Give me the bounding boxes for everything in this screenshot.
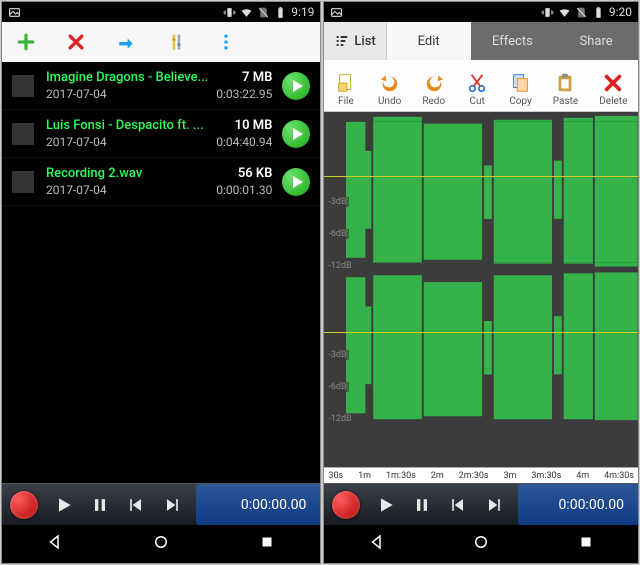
transport-bar: 0:00:00.00 — [2, 483, 320, 525]
paste-tool[interactable]: Paste — [553, 72, 578, 107]
delete-tool[interactable]: Delete — [599, 72, 627, 107]
file-title: Imagine Dragons - Believe... — [46, 70, 208, 85]
prev-button[interactable] — [122, 495, 150, 515]
undo-tool[interactable]: Undo — [378, 72, 401, 107]
db-label: -6dB — [326, 382, 348, 392]
file-title: Luis Fonsi - Despacito ft. ... — [46, 118, 208, 133]
edit-toolbar: File Undo Redo Cut Copy Paste Delete — [324, 60, 638, 112]
cut-tool[interactable]: Cut — [466, 72, 488, 107]
list-button[interactable]: List — [324, 22, 386, 60]
waveform-icon — [346, 112, 638, 423]
db-label: -3dB — [326, 350, 348, 360]
next-button[interactable] — [158, 495, 186, 515]
file-date: 2017-07-04 — [46, 135, 208, 149]
top-tabs: List Edit Effects Share — [324, 22, 638, 60]
battery-icon — [274, 6, 287, 19]
file-size: 10 MB — [212, 118, 272, 133]
list-item[interactable]: Imagine Dragons - Believe... 2017-07-04 … — [2, 62, 320, 110]
copy-tool[interactable]: Copy — [509, 72, 532, 107]
battery-icon — [592, 6, 605, 19]
add-icon[interactable] — [16, 32, 36, 52]
wifi-icon — [240, 6, 253, 19]
play-button[interactable] — [50, 495, 78, 515]
file-duration: 0:04:40.94 — [212, 135, 272, 149]
db-label: -12dB — [326, 261, 353, 271]
arrow-right-icon[interactable] — [116, 32, 136, 52]
home-icon[interactable] — [472, 533, 490, 555]
file-duration: 0:03:22.95 — [212, 87, 272, 101]
home-icon[interactable] — [152, 533, 170, 555]
checkbox[interactable] — [12, 75, 34, 97]
vibrate-icon — [541, 6, 554, 19]
wifi-icon — [558, 6, 571, 19]
next-button[interactable] — [480, 495, 508, 515]
file-tool[interactable]: File — [335, 72, 357, 107]
recents-icon[interactable] — [258, 533, 276, 555]
transport-bar: 0:00:00.00 — [324, 483, 638, 525]
status-time: 9:20 — [609, 5, 632, 19]
db-label: -12dB — [326, 414, 353, 424]
transport-time: 0:00:00.00 — [518, 484, 638, 525]
pause-button[interactable] — [86, 495, 114, 515]
play-icon[interactable] — [282, 168, 310, 196]
record-button[interactable] — [332, 491, 360, 519]
picture-icon — [8, 6, 21, 19]
file-duration: 0:00:01.30 — [212, 183, 272, 197]
vibrate-icon — [223, 6, 236, 19]
file-list: Imagine Dragons - Believe... 2017-07-04 … — [2, 62, 320, 483]
tools-icon[interactable] — [166, 32, 186, 52]
file-title: Recording 2.wav — [46, 166, 208, 181]
file-size: 7 MB — [212, 70, 272, 85]
list-item[interactable]: Recording 2.wav 2017-07-04 56 KB 0:00:01… — [2, 158, 320, 206]
pause-button[interactable] — [408, 495, 436, 515]
phone-left: 9:19 Imagine Dragons - Believe... 2017-0… — [1, 1, 321, 564]
waveform-area[interactable]: -3dB -6dB -12dB -3dB -6dB -12dB — [324, 112, 638, 467]
list-button-label: List — [354, 34, 375, 49]
tab-edit[interactable]: Edit — [387, 22, 471, 60]
status-bar: 9:19 — [2, 2, 320, 22]
prev-button[interactable] — [444, 495, 472, 515]
redo-tool[interactable]: Redo — [422, 72, 445, 107]
nav-bar — [324, 525, 638, 563]
checkbox[interactable] — [12, 171, 34, 193]
nav-bar — [2, 525, 320, 563]
play-button[interactable] — [372, 495, 400, 515]
db-label: -3dB — [326, 197, 348, 207]
back-icon[interactable] — [46, 533, 64, 555]
tab-share[interactable]: Share — [554, 22, 638, 60]
play-icon[interactable] — [282, 72, 310, 100]
back-icon[interactable] — [368, 533, 386, 555]
file-date: 2017-07-04 — [46, 183, 208, 197]
status-bar: 9:20 — [324, 2, 638, 22]
transport-time: 0:00:00.00 — [196, 484, 320, 525]
picture-icon — [330, 6, 343, 19]
db-label: -6dB — [326, 229, 348, 239]
phone-right: 9:20 List Edit Effects Share File Undo R… — [323, 1, 639, 564]
list-toolbar — [2, 22, 320, 62]
record-button[interactable] — [10, 491, 38, 519]
file-date: 2017-07-04 — [46, 87, 208, 101]
tab-effects[interactable]: Effects — [471, 22, 555, 60]
overflow-menu-icon[interactable] — [216, 32, 236, 52]
play-icon[interactable] — [282, 120, 310, 148]
status-time: 9:19 — [291, 5, 314, 19]
list-item[interactable]: Luis Fonsi - Despacito ft. ... 2017-07-0… — [2, 110, 320, 158]
checkbox[interactable] — [12, 123, 34, 145]
recents-icon[interactable] — [577, 533, 595, 555]
delete-x-icon[interactable] — [66, 32, 86, 52]
no-sim-icon — [257, 6, 270, 19]
timeline[interactable]: 30s 1m 1m:30s 2m 2m:30s 3m 3m:30s 4m 4m:… — [324, 467, 638, 483]
no-sim-icon — [575, 6, 588, 19]
file-size: 56 KB — [212, 166, 272, 181]
